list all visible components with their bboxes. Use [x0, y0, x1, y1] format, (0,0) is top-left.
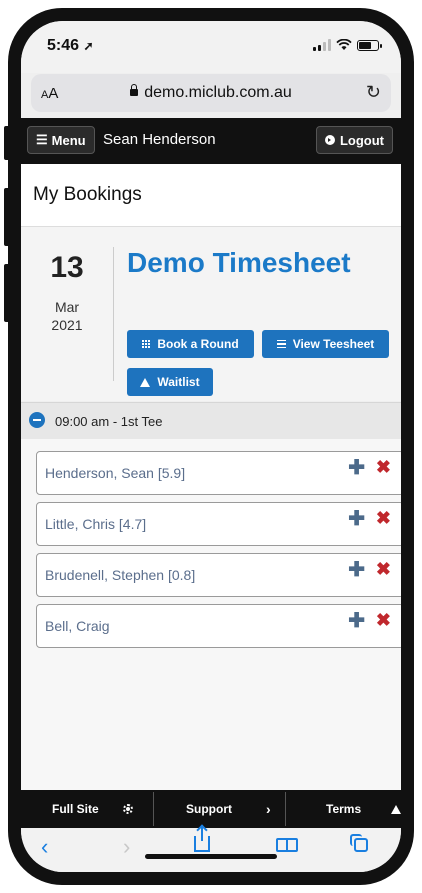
- terms-label: Terms: [326, 802, 362, 816]
- phone-screen: 5:46 ➚ AA demo.miclub.com.au ↻ ☰ Menu Sea…: [21, 21, 401, 872]
- top-navigation-bar: ☰ Menu Sean Henderson Logout: [21, 118, 401, 164]
- bookmarks-icon[interactable]: [276, 838, 298, 852]
- page-header: My Bookings: [21, 164, 401, 227]
- grid-icon: [142, 340, 151, 348]
- add-icon[interactable]: ✚: [348, 458, 365, 478]
- lock-icon: [130, 84, 139, 96]
- tee-time-label: 09:00 am - 1st Tee: [55, 414, 163, 429]
- url-text: demo.miclub.com.au: [144, 84, 292, 101]
- event-title[interactable]: Demo Timesheet: [127, 247, 351, 279]
- footer-divider: [153, 792, 154, 826]
- player-row[interactable]: Little, Chris [4.7] ✚ ✖: [36, 502, 401, 546]
- reload-icon[interactable]: ↻: [366, 82, 381, 103]
- book-round-label: Book a Round: [157, 337, 239, 351]
- page-title: My Bookings: [33, 184, 142, 205]
- warning-icon: [140, 377, 151, 387]
- status-time: 5:46 ➚: [47, 37, 94, 55]
- battery-icon: [357, 39, 382, 51]
- players-list: Henderson, Sean [5.9] ✚ ✖ Little, Chris …: [21, 439, 401, 791]
- tabs-icon[interactable]: [350, 834, 368, 852]
- cellular-signal-icon: [313, 39, 331, 51]
- delete-icon[interactable]: ✖: [376, 560, 391, 578]
- full-site-label: Full Site: [52, 802, 99, 816]
- footer-divider: [285, 792, 286, 826]
- waitlist-button[interactable]: Waitlist: [127, 368, 213, 396]
- player-row[interactable]: Brudenell, Stephen [0.8] ✚ ✖: [36, 553, 401, 597]
- status-icons: [313, 39, 382, 51]
- player-name[interactable]: Bell, Craig: [45, 618, 110, 634]
- home-indicator: [145, 854, 277, 859]
- booking-day: 13: [50, 251, 84, 284]
- logout-button[interactable]: Logout: [315, 126, 393, 154]
- site-footer: Full Site Support › Terms: [21, 790, 401, 828]
- logout-label: Logout: [339, 132, 384, 148]
- menu-label: Menu: [51, 132, 86, 148]
- delete-icon[interactable]: ✖: [376, 611, 391, 629]
- full-site-link[interactable]: Full Site: [52, 790, 133, 828]
- terms-link[interactable]: Terms: [326, 790, 401, 828]
- support-link[interactable]: Support ›: [186, 790, 271, 828]
- phone-device: 5:46 ➚ AA demo.miclub.com.au ↻ ☰ Menu Sea…: [0, 0, 422, 893]
- chevron-right-icon: ›: [266, 801, 271, 817]
- delete-icon[interactable]: ✖: [376, 458, 391, 476]
- book-round-button[interactable]: Book a Round: [127, 330, 254, 358]
- add-icon[interactable]: ✚: [348, 560, 365, 580]
- tee-time-header[interactable]: 09:00 am - 1st Tee: [21, 402, 401, 440]
- booking-month: Mar: [54, 299, 80, 315]
- delete-icon[interactable]: ✖: [376, 509, 391, 527]
- back-icon[interactable]: ‹: [41, 834, 48, 860]
- player-row[interactable]: Henderson, Sean [5.9] ✚ ✖: [36, 451, 401, 495]
- support-label: Support: [186, 802, 232, 816]
- list-icon: [276, 339, 286, 349]
- wifi-icon: [336, 39, 352, 50]
- date-divider: [113, 247, 114, 381]
- booking-card: 13 Mar 2021 Demo Timesheet Book a Round …: [21, 227, 401, 401]
- gear-icon: [122, 804, 133, 814]
- waitlist-label: Waitlist: [157, 375, 200, 389]
- view-teesheet-label: View Teesheet: [292, 337, 375, 351]
- time-text: 5:46: [47, 37, 80, 54]
- user-name: Sean Henderson: [103, 131, 216, 148]
- hamburger-icon: ☰: [36, 132, 48, 147]
- player-name[interactable]: Brudenell, Stephen [0.8]: [45, 567, 195, 583]
- collapse-icon[interactable]: [29, 412, 45, 428]
- warning-icon: [391, 804, 401, 814]
- logout-icon: [324, 135, 335, 145]
- share-icon[interactable]: [194, 827, 210, 852]
- player-row[interactable]: Bell, Craig ✚ ✖: [36, 604, 401, 648]
- view-teesheet-button[interactable]: View Teesheet: [262, 330, 389, 358]
- player-name[interactable]: Little, Chris [4.7]: [45, 516, 146, 532]
- menu-button[interactable]: ☰ Menu: [27, 126, 95, 154]
- address-bar[interactable]: AA demo.miclub.com.au ↻: [31, 74, 391, 112]
- status-bar: 5:46 ➚: [21, 21, 401, 73]
- location-arrow-icon: ➚: [83, 39, 94, 53]
- booking-year: 2021: [51, 317, 83, 333]
- browser-toolbar: ‹ ›: [21, 827, 401, 872]
- forward-icon[interactable]: ›: [123, 834, 130, 860]
- add-icon[interactable]: ✚: [348, 509, 365, 529]
- player-name[interactable]: Henderson, Sean [5.9]: [45, 465, 185, 481]
- add-icon[interactable]: ✚: [348, 611, 365, 631]
- url-display[interactable]: demo.miclub.com.au: [31, 84, 391, 102]
